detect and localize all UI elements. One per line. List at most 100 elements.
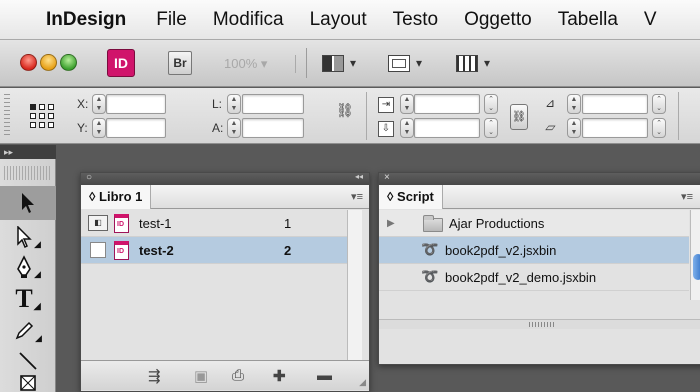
- menu-file[interactable]: File: [156, 9, 187, 31]
- document-name: test-2: [139, 243, 174, 258]
- window-minimize-button[interactable]: [40, 54, 57, 71]
- x-label: X:: [77, 97, 89, 111]
- arrange-documents-menu[interactable]: ▾: [456, 51, 490, 75]
- application-bar: ID Br 100% ▾ ▾ ▾ ▾: [0, 40, 700, 87]
- window-close-button[interactable]: [20, 54, 37, 71]
- synchronize-icon[interactable]: ⇶: [148, 367, 161, 385]
- close-icon[interactable]: ×: [384, 172, 390, 183]
- direct-selection-tool-icon[interactable]: ◢: [0, 220, 56, 254]
- type-tool-icon[interactable]: T ◢: [0, 282, 56, 316]
- bridge-button[interactable]: Br: [168, 51, 192, 75]
- script-name: book2pdf_v2_demo.jsxbin: [445, 270, 597, 285]
- menu-vista[interactable]: V: [644, 9, 657, 31]
- pencil-tool-icon[interactable]: ◢: [0, 314, 56, 348]
- print-book-icon[interactable]: ⎙: [232, 367, 244, 384]
- chevron-down-icon: ▾: [484, 56, 491, 70]
- shear-dropdown[interactable]: ⌃ ⌄: [652, 118, 666, 138]
- book-panel: ○ ◂◂ ◊ Libro 1 ▾≡ ◧ test-1 1 test-2 2 ⇶ …: [80, 172, 370, 392]
- zoom-level-dropdown[interactable]: 100% ▾: [224, 55, 296, 73]
- rotation-stepper[interactable]: ▲ ▼: [567, 94, 581, 114]
- line-tool-icon[interactable]: [0, 344, 56, 378]
- scale-x-field[interactable]: [414, 94, 480, 114]
- disclosure-triangle-icon[interactable]: ▶: [387, 218, 395, 229]
- add-document-icon[interactable]: ✚: [273, 367, 286, 385]
- book-panel-titlebar[interactable]: ○ ◂◂: [81, 172, 369, 185]
- scale-y-stepper[interactable]: ▲ ▼: [400, 118, 414, 138]
- tab-libro-1[interactable]: ◊ Libro 1: [81, 184, 152, 209]
- width-field[interactable]: [242, 94, 304, 114]
- panel-grip[interactable]: [4, 166, 52, 180]
- style-source-checkbox[interactable]: [90, 242, 106, 258]
- resize-grip-icon[interactable]: ◢: [359, 377, 366, 388]
- screen-mode-menu[interactable]: ▾: [388, 51, 422, 75]
- window-zoom-button[interactable]: [60, 54, 77, 71]
- scale-y-field[interactable]: [414, 118, 480, 138]
- folder-name: Ajar Productions: [449, 216, 545, 231]
- document-pages: 2: [284, 243, 292, 258]
- x-stepper[interactable]: ▲ ▼: [92, 94, 106, 114]
- rectangle-frame-tool-icon[interactable]: [0, 374, 56, 392]
- scale-x-stepper[interactable]: ▲ ▼: [400, 94, 414, 114]
- zoom-value: 100%: [224, 56, 258, 71]
- script-folder-row[interactable]: ▶ Ajar Productions: [379, 210, 689, 237]
- book-panel-scrollbar[interactable]: [347, 210, 362, 360]
- tools-panel-header[interactable]: ▸▸: [0, 145, 56, 159]
- document-pages: 1: [284, 216, 292, 231]
- script-row-book2pdf-demo[interactable]: ➰ book2pdf_v2_demo.jsxbin: [379, 264, 689, 291]
- indesign-app-icon[interactable]: ID: [107, 49, 135, 77]
- height-field[interactable]: [242, 118, 304, 138]
- scrollbar-grip[interactable]: [529, 322, 555, 327]
- indesign-document-icon: [114, 214, 129, 233]
- panel-menu-icon[interactable]: ▾≡: [351, 190, 363, 203]
- height-label: A:: [212, 121, 224, 135]
- rotation-field[interactable]: [582, 94, 648, 114]
- constrain-scale-button[interactable]: ⛓: [510, 104, 528, 130]
- shear-field[interactable]: [582, 118, 648, 138]
- pen-tool-icon[interactable]: ◢: [0, 250, 56, 284]
- shear-stepper[interactable]: ▲ ▼: [567, 118, 581, 138]
- page-range-icon[interactable]: ◧: [88, 215, 108, 231]
- menu-bar: InDesign File Modifica Layout Testo Ogge…: [0, 0, 700, 40]
- y-field[interactable]: [106, 118, 166, 138]
- script-row-book2pdf[interactable]: ➰ book2pdf_v2.jsxbin: [379, 237, 689, 264]
- y-stepper[interactable]: ▲ ▼: [92, 118, 106, 138]
- book-row-test-1[interactable]: ◧ test-1 1: [81, 210, 347, 237]
- panel-grip[interactable]: [4, 94, 10, 138]
- indesign-document-icon: [114, 241, 129, 260]
- menu-modifica[interactable]: Modifica: [213, 9, 284, 31]
- save-book-icon[interactable]: ▣: [194, 367, 208, 385]
- menu-testo[interactable]: Testo: [393, 9, 438, 31]
- scale-y-dropdown[interactable]: ⌃ ⌄: [484, 118, 498, 138]
- screen-mode-icon: [388, 54, 410, 72]
- height-stepper[interactable]: ▲ ▼: [227, 118, 241, 138]
- menu-oggetto[interactable]: Oggetto: [464, 9, 532, 31]
- panel-menu-icon[interactable]: ▾≡: [681, 190, 693, 203]
- selection-tool-icon[interactable]: [0, 186, 56, 220]
- tab-script[interactable]: ◊ Script: [379, 184, 443, 209]
- script-panel-scrollbar[interactable]: [690, 210, 700, 300]
- x-field[interactable]: [106, 94, 166, 114]
- view-options-menu[interactable]: ▾: [322, 51, 356, 75]
- scrollbar-thumb[interactable]: [693, 254, 700, 280]
- scale-x-dropdown[interactable]: ⌃ ⌄: [484, 94, 498, 114]
- remove-document-icon[interactable]: ▬: [317, 367, 332, 384]
- rotation-dropdown[interactable]: ⌃ ⌄: [652, 94, 666, 114]
- width-stepper[interactable]: ▲ ▼: [227, 94, 241, 114]
- book-row-test-2[interactable]: test-2 2: [81, 237, 347, 264]
- chevron-down-icon: ▾: [350, 56, 357, 70]
- arrange-documents-icon: [456, 54, 478, 72]
- horizontal-scrollbar[interactable]: [379, 319, 700, 329]
- control-panel: X: ▲ ▼ Y: ▲ ▼ L: ▲ ▼ A: ▲ ▼ ⛓ ⇥ ▲ ▼ ⌃ ⌄ ⇩ ▲ ▼ ⌃…: [0, 88, 700, 144]
- constrain-proportions-icon[interactable]: ⛓: [336, 102, 354, 130]
- collapse-panel-icon[interactable]: ◂◂: [355, 172, 363, 181]
- chevron-down-icon: ▾: [416, 56, 423, 70]
- chevron-down-icon: ▾: [260, 56, 268, 71]
- script-name: book2pdf_v2.jsxbin: [445, 243, 557, 258]
- menu-indesign[interactable]: InDesign: [46, 9, 126, 31]
- rotation-angle-icon: ⊿: [545, 96, 556, 110]
- width-label: L:: [212, 97, 223, 111]
- script-panel-titlebar[interactable]: ×: [379, 172, 700, 185]
- reference-point-icon[interactable]: [30, 104, 54, 128]
- menu-tabella[interactable]: Tabella: [558, 9, 618, 31]
- menu-layout[interactable]: Layout: [310, 9, 367, 31]
